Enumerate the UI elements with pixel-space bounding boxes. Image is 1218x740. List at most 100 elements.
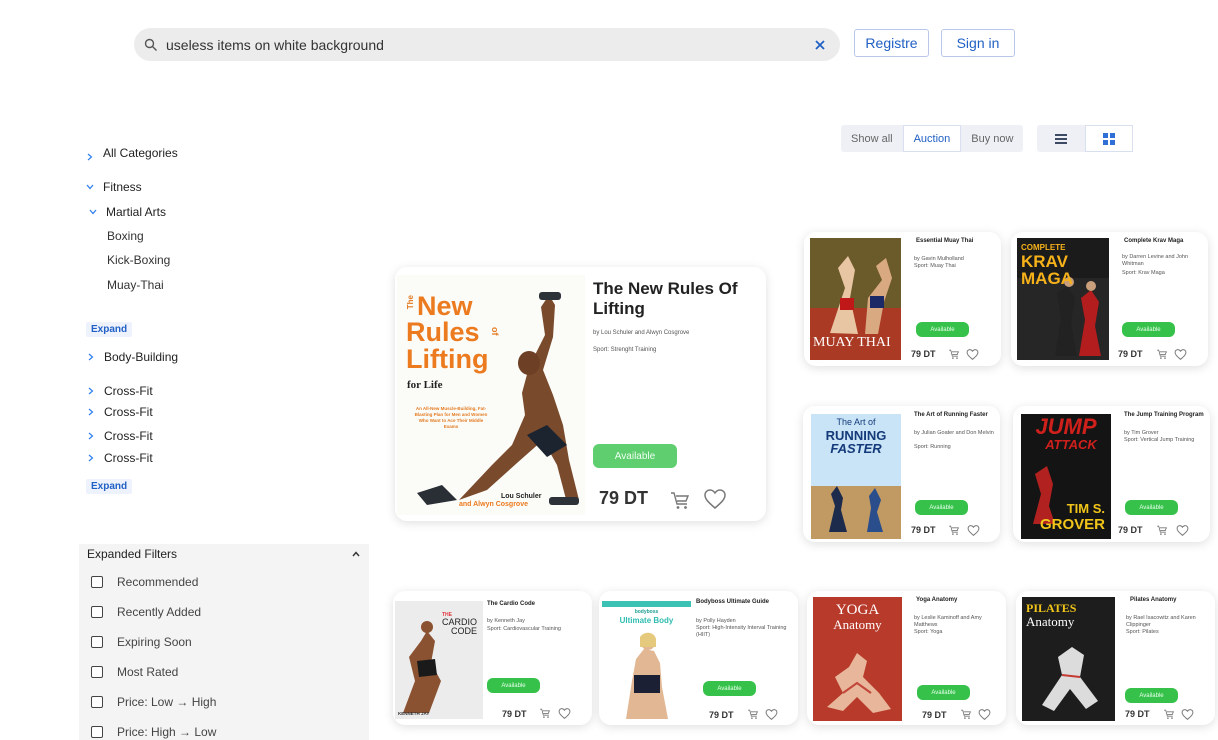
cover-title: ATTACK	[1045, 437, 1097, 452]
category-cross-fit[interactable]: Cross-Fit	[87, 384, 153, 398]
status-badge: Available	[487, 678, 540, 693]
product-title[interactable]: Pilates Anatomy	[1130, 597, 1210, 604]
filters-header[interactable]: Expanded Filters	[79, 544, 369, 562]
cart-icon[interactable]	[1156, 524, 1168, 536]
category-label: Cross-Fit	[104, 451, 153, 465]
heart-icon[interactable]	[558, 707, 571, 720]
product-sport: Sport: Krav Maga	[1122, 270, 1165, 276]
segment-buy-now[interactable]: Buy now	[961, 125, 1023, 152]
cart-icon[interactable]	[948, 348, 960, 360]
product-card[interactable]: YOGA Anatomy Yoga Anatomy by Leslie Kami…	[807, 591, 1006, 725]
subcategory-boxing[interactable]: Boxing	[107, 229, 144, 243]
list-view-button[interactable]	[1037, 125, 1085, 152]
category-fitness[interactable]: Fitness	[86, 180, 142, 194]
chevron-up-icon[interactable]	[351, 549, 361, 559]
segment-auction[interactable]: Auction	[902, 125, 962, 152]
category-cross-fit[interactable]: Cross-Fit	[87, 451, 153, 465]
product-card[interactable]: PILATES Anatomy Pilates Anatomy by Rael …	[1016, 591, 1215, 725]
product-card[interactable]: COMPLETE KRAV MAGA Complete Krav Maga by…	[1011, 232, 1208, 366]
checkbox[interactable]	[91, 636, 103, 648]
product-card[interactable]: The Art of RUNNING FASTER The Art of Run…	[803, 406, 1000, 542]
product-price: 79 DT	[922, 710, 947, 720]
checkbox[interactable]	[91, 606, 103, 618]
heart-icon[interactable]	[1181, 708, 1194, 721]
cart-icon[interactable]	[669, 489, 691, 511]
expand-button[interactable]: Expand	[86, 322, 133, 337]
cover-title: Ultimate Body	[619, 616, 674, 625]
status-badge: Available	[703, 681, 756, 696]
category-all[interactable]: All Categories	[86, 145, 178, 161]
product-title[interactable]: The New Rules Of Lifting	[593, 279, 753, 318]
product-title[interactable]: Complete Krav Maga	[1124, 238, 1204, 245]
segment-show-all[interactable]: Show all	[841, 125, 903, 152]
chevron-right-icon	[88, 454, 94, 462]
product-price: 79 DT	[709, 710, 734, 720]
grid-view-button[interactable]	[1085, 125, 1133, 152]
checkbox[interactable]	[91, 576, 103, 588]
signin-button[interactable]: Sign in	[941, 29, 1015, 57]
filter-label: Recommended	[117, 575, 199, 589]
product-title[interactable]: The Art of Running Faster	[914, 412, 994, 419]
heart-icon[interactable]	[967, 524, 980, 537]
category-body-building[interactable]: Body-Building	[87, 350, 178, 364]
clear-search-icon[interactable]	[810, 35, 830, 55]
cover-title: JUMP	[1035, 414, 1097, 439]
subcategory-kick-boxing[interactable]: Kick-Boxing	[107, 253, 170, 267]
chevron-right-icon	[88, 387, 94, 395]
product-card[interactable]: JUMP ATTACK TIM S. GROVER The Jump Train…	[1013, 406, 1210, 542]
product-title[interactable]: The Cardio Code	[487, 601, 587, 608]
cover-author: TIM S.	[1066, 501, 1105, 516]
filter-label: Price: Low → High	[117, 695, 217, 709]
cart-icon[interactable]	[747, 708, 759, 720]
cart-icon[interactable]	[1163, 708, 1175, 720]
product-card-featured[interactable]: The New Rules of Lifting for Life An All…	[395, 267, 766, 521]
subcategory-muay-thai[interactable]: Muay-Thai	[107, 278, 164, 292]
product-title[interactable]: Essential Muay Thai	[916, 238, 996, 245]
filter-price-high-low[interactable]: Price: High → Low	[91, 725, 216, 739]
category-cross-fit[interactable]: Cross-Fit	[87, 429, 153, 443]
checkbox[interactable]	[91, 696, 103, 708]
product-sport: Sport: Running	[914, 444, 951, 450]
product-card[interactable]: THE CARDIO CODE KENNETH JAY The Cardio C…	[393, 591, 592, 725]
filter-label: Expiring Soon	[117, 635, 192, 649]
heart-icon[interactable]	[978, 708, 991, 721]
cart-icon[interactable]	[539, 707, 551, 719]
filter-recommended[interactable]: Recommended	[91, 575, 198, 589]
chevron-right-icon	[88, 408, 94, 416]
list-icon	[1055, 133, 1067, 144]
heart-icon[interactable]	[1174, 348, 1187, 361]
cart-icon[interactable]	[1156, 348, 1168, 360]
cover-author: KENNETH JAY	[398, 711, 430, 716]
register-button[interactable]: Registre	[854, 29, 929, 57]
filter-expiring-soon[interactable]: Expiring Soon	[91, 635, 192, 649]
search-bar[interactable]: useless items on white background	[134, 28, 840, 61]
category-martial-arts[interactable]: Martial Arts	[89, 205, 166, 219]
heart-icon[interactable]	[765, 708, 778, 721]
cart-icon[interactable]	[948, 524, 960, 536]
product-author: by Darren Levine and John Whitman	[1122, 254, 1189, 267]
cover-author: Lou Schuler	[501, 493, 542, 500]
search-input[interactable]: useless items on white background	[166, 37, 810, 53]
product-title[interactable]: The Jump Training Program	[1124, 412, 1204, 419]
filter-price-low-high[interactable]: Price: Low → High	[91, 695, 216, 709]
filter-recently-added[interactable]: Recently Added	[91, 605, 201, 619]
cart-icon[interactable]	[960, 708, 972, 720]
heart-icon[interactable]	[966, 348, 979, 361]
heart-icon[interactable]	[1176, 524, 1189, 537]
category-cross-fit[interactable]: Cross-Fit	[87, 405, 153, 419]
book-cover: JUMP ATTACK TIM S. GROVER	[1021, 414, 1111, 539]
cover-text: bodyboss	[634, 609, 659, 615]
checkbox[interactable]	[91, 666, 103, 678]
product-title[interactable]: Bodyboss Ultimate Guide	[696, 599, 792, 606]
product-author: by Rael Isacowitz and Karen Clippinger	[1126, 615, 1196, 628]
product-author: by Leslie Kaminoff and Amy Matthews	[914, 615, 982, 628]
status-badge: Available	[916, 322, 969, 337]
heart-icon[interactable]	[703, 487, 727, 511]
product-title[interactable]: Yoga Anatomy	[916, 597, 1000, 604]
product-card[interactable]: MUAY THAI Essential Muay Thai by Gavin M…	[804, 232, 1001, 366]
status-badge: Available	[1125, 688, 1178, 703]
checkbox[interactable]	[91, 726, 103, 738]
product-card[interactable]: bodyboss Ultimate Body Bodyboss Ultimate…	[599, 591, 798, 725]
expand-button[interactable]: Expand	[86, 479, 133, 494]
filter-most-rated[interactable]: Most Rated	[91, 665, 178, 679]
